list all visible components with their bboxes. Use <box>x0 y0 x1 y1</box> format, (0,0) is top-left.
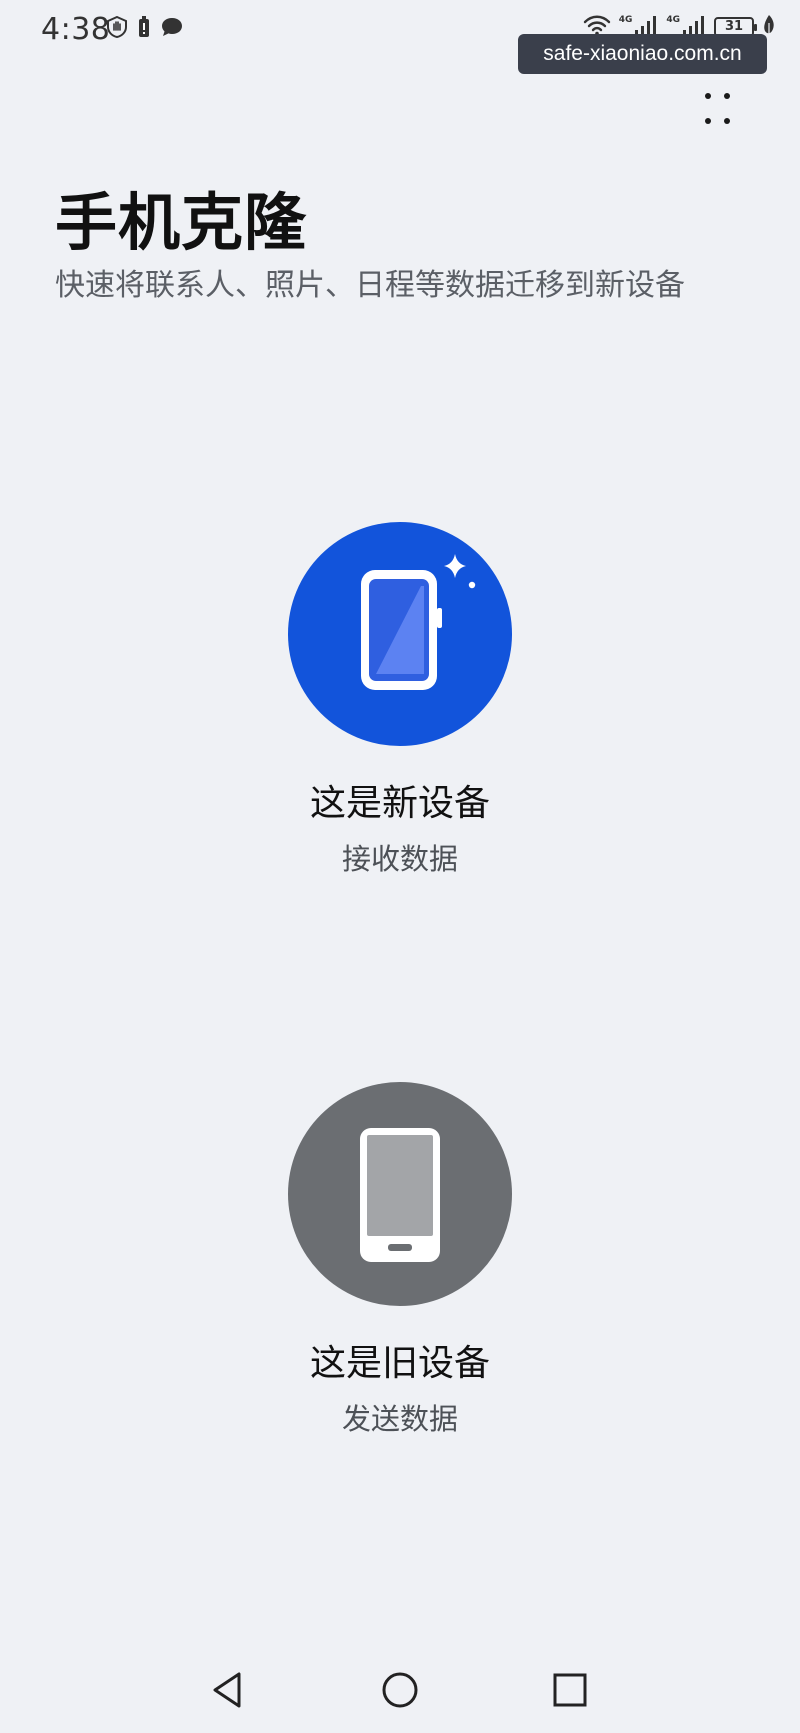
new-device-option[interactable]: 这是新设备 接收数据 <box>250 522 550 878</box>
new-phone-icon <box>361 554 476 690</box>
more-options-button[interactable] <box>695 88 745 138</box>
old-device-title: 这是旧设备 <box>309 1343 490 1384</box>
new-device-subtitle: 接收数据 <box>341 842 458 876</box>
recents-icon <box>553 1673 587 1707</box>
old-device-subtitle: 发送数据 <box>341 1402 458 1436</box>
battery-alert-icon <box>138 16 150 42</box>
watermark: safe-xiaoniao.com.cn <box>518 34 767 74</box>
more-dot <box>705 118 711 124</box>
network-type-label-2: 4G <box>666 15 680 25</box>
navigation-bar <box>0 1640 800 1733</box>
old-phone-icon <box>360 1128 440 1262</box>
more-dot <box>724 93 730 99</box>
hand-shield-icon <box>106 15 128 42</box>
more-dot <box>705 93 711 99</box>
network-type-label-1: 4G <box>618 15 633 25</box>
page-title: 手机克隆 <box>55 186 308 259</box>
new-device-title: 这是新设备 <box>309 783 490 824</box>
back-icon <box>213 1672 241 1708</box>
back-button[interactable] <box>207 1668 251 1712</box>
home-button[interactable] <box>378 1668 422 1712</box>
page-subtitle: 快速将联系人、照片、日程等数据迁移到新设备 <box>55 268 685 303</box>
new-device-circle[interactable] <box>288 522 512 746</box>
notification-icons <box>106 15 184 42</box>
message-icon <box>160 16 184 42</box>
old-device-circle[interactable] <box>288 1082 512 1306</box>
recents-button[interactable] <box>548 1668 592 1712</box>
more-dot <box>724 118 730 124</box>
status-time: 4:38 <box>41 12 111 47</box>
old-device-option[interactable]: 这是旧设备 发送数据 <box>250 1082 550 1438</box>
home-icon <box>382 1672 418 1708</box>
